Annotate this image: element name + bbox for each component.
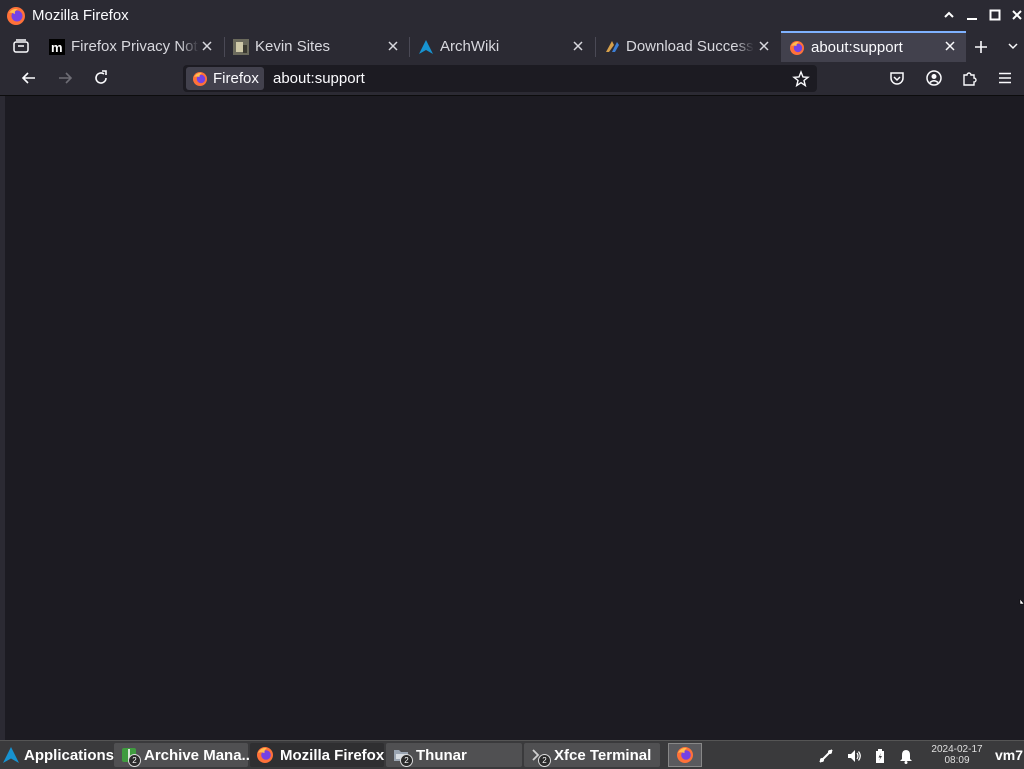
tab-label: Firefox Privacy Notice [71,38,199,55]
firefox-icon [257,747,273,763]
maximize-icon [989,9,1001,21]
firefox-icon [193,71,207,86]
reload-icon [95,70,107,84]
close-icon [202,41,212,51]
page-content[interactable] [5,96,1024,740]
chevron-up-icon [944,11,954,18]
hamburger-menu-icon [999,72,1011,84]
applications-menu-label: Applications [24,746,115,764]
window-title: Mozilla Firefox [32,7,129,24]
address-bar[interactable]: Firefox about:support [183,65,817,92]
tab-strip: m Firefox Privacy Notice Kevin Sites Arc… [0,31,1024,62]
firefox-icon [677,747,693,763]
thunar-icon: 2 [392,746,413,767]
forward-button[interactable] [56,69,74,87]
bell-icon [900,750,912,764]
power-tray-button[interactable] [872,748,888,764]
app-menu-button[interactable] [996,69,1014,87]
tab-label: Download Successful [626,38,754,55]
pocket-icon [890,72,904,85]
window-count-badge: 2 [538,754,551,767]
identity-box[interactable]: Firefox [186,67,264,90]
tab-close-button[interactable] [387,40,399,52]
firefox-view-icon[interactable] [12,38,30,54]
clock[interactable]: 2024-02-17 08:09 [926,744,988,766]
taskbar-window-label: Mozilla Firefox [280,746,385,764]
launcher-firefox[interactable] [668,743,702,767]
close-icon [759,41,769,51]
tab-firefox-privacy-notice[interactable]: m Firefox Privacy Notice [41,31,223,62]
close-icon [945,41,955,51]
notifications-tray-button[interactable] [898,748,914,764]
mouse-cursor-icon [1019,598,1024,605]
applications-menu-button[interactable]: Applications [2,743,115,767]
taskbar-window-mozilla-firefox[interactable]: Mozilla Firefox [250,743,384,767]
puzzle-icon [963,72,977,86]
tab-label: Kevin Sites [255,38,331,55]
taskbar-window-xfce-terminal[interactable]: 2 Xfce Terminal [524,743,660,767]
mozilla-m-icon: m [49,38,65,55]
archive-manager-icon: 2 [120,746,141,767]
site-thumbnail-icon [233,38,249,55]
window-count-badge: 2 [400,754,413,767]
tab-label: about:support [811,39,903,56]
taskbar-window-label: Xfce Terminal [554,746,652,764]
minimize-icon [967,18,977,20]
window-close-button[interactable] [1009,7,1024,23]
extensions-button[interactable] [960,69,978,87]
firefox-icon [790,40,804,55]
arch-logo-icon [3,747,19,763]
close-icon [388,41,398,51]
arch-logo-icon [419,39,433,54]
tab-close-button[interactable] [572,40,584,52]
star-icon[interactable] [792,70,810,88]
tab-close-button[interactable] [758,40,770,52]
xfce-panel: Applications 2 Archive Mana... Mozilla F… [0,740,1024,769]
reload-button[interactable] [92,69,110,87]
taskbar-window-thunar[interactable]: 2 Thunar [386,743,522,767]
account-icon [926,70,942,86]
svg-text:m: m [51,40,63,55]
window-maximize-button[interactable] [987,7,1003,23]
firefox-logo-icon [7,7,25,25]
taskbar-window-label: Archive Mana... [144,746,255,764]
identity-label: Firefox [213,70,259,87]
network-tray-button[interactable] [818,748,834,764]
network-wired-icon [819,749,833,763]
tab-label: ArchWiki [440,38,500,55]
taskbar-window-label: Thunar [416,746,467,764]
window-minimize-button[interactable] [964,7,980,23]
plus-icon[interactable] [973,39,989,55]
url-input[interactable]: about:support [273,70,365,87]
navigation-toolbar: Firefox about:support [0,62,1024,96]
clock-time: 08:09 [944,755,970,766]
close-icon [1012,10,1022,20]
window-count-badge: 2 [128,754,141,767]
battery-charging-icon [876,749,884,763]
window-titlebar[interactable]: Mozilla Firefox [0,0,1024,31]
arrow-left-icon [21,72,35,84]
back-button[interactable] [20,69,38,87]
speaker-icon [848,750,861,762]
download-site-icon [606,40,619,52]
clock-date: 2024-02-17 [931,744,983,755]
account-button[interactable] [925,69,943,87]
tab-close-button[interactable] [944,40,956,52]
pocket-button[interactable] [888,69,906,87]
tab-archwiki[interactable]: ArchWiki [410,31,594,62]
hostname-label: vm7 [995,747,1024,763]
terminal-icon: 2 [530,746,551,767]
tab-about-support[interactable]: about:support [781,31,966,62]
tab-kevin-sites[interactable]: Kevin Sites [225,31,409,62]
tab-close-button[interactable] [201,40,213,52]
volume-tray-button[interactable] [846,748,862,764]
close-icon [573,41,583,51]
tab-download-successful[interactable]: Download Successful [596,31,780,62]
arrow-right-icon [59,72,73,84]
window-shade-button[interactable] [941,7,957,23]
taskbar-window-archive-manager[interactable]: 2 Archive Mana... [114,743,254,767]
chevron-down-icon[interactable] [1007,40,1019,52]
